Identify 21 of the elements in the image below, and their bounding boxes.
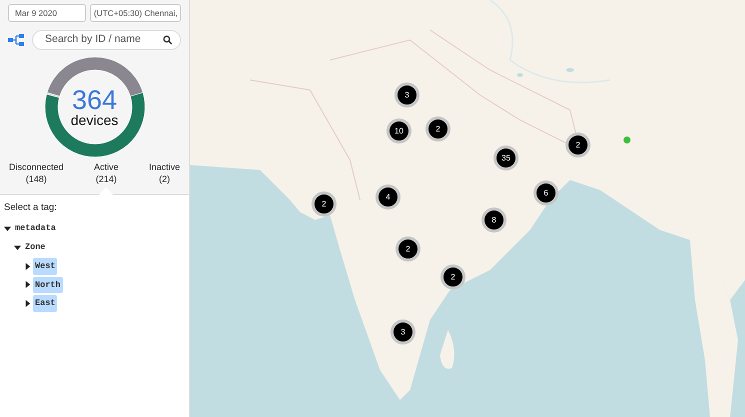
- expand-caret-icon[interactable]: [24, 262, 31, 270]
- search-icon[interactable]: [162, 35, 172, 45]
- tree-node[interactable]: West: [33, 258, 58, 274]
- status-legend-item[interactable]: Disconnected (148): [8, 161, 65, 185]
- expand-caret-icon[interactable]: [24, 281, 31, 288]
- date-field[interactable]: Mar 9 2020: [8, 4, 86, 22]
- tree-node[interactable]: metadata: [13, 220, 58, 237]
- hierarchy-icon[interactable]: [8, 34, 24, 46]
- tag-prompt: Select a tag:: [4, 201, 58, 215]
- device-unit: devices: [70, 113, 118, 127]
- device-count: 364: [72, 87, 118, 113]
- tree-node[interactable]: Zone: [23, 239, 48, 256]
- search-field[interactable]: Search by ID / name: [32, 30, 181, 50]
- expand-caret-icon[interactable]: [24, 300, 31, 308]
- status-legend-item[interactable]: Active (214): [93, 161, 120, 185]
- status-legend-item[interactable]: Inactive (2): [148, 161, 181, 185]
- tree-node[interactable]: North: [33, 276, 63, 294]
- collapse-caret-icon[interactable]: [14, 244, 21, 251]
- timezone-field[interactable]: (UTC+05:30) Chennai,: [90, 4, 181, 22]
- tree-node[interactable]: East: [33, 295, 58, 312]
- collapse-caret-icon[interactable]: [4, 225, 11, 232]
